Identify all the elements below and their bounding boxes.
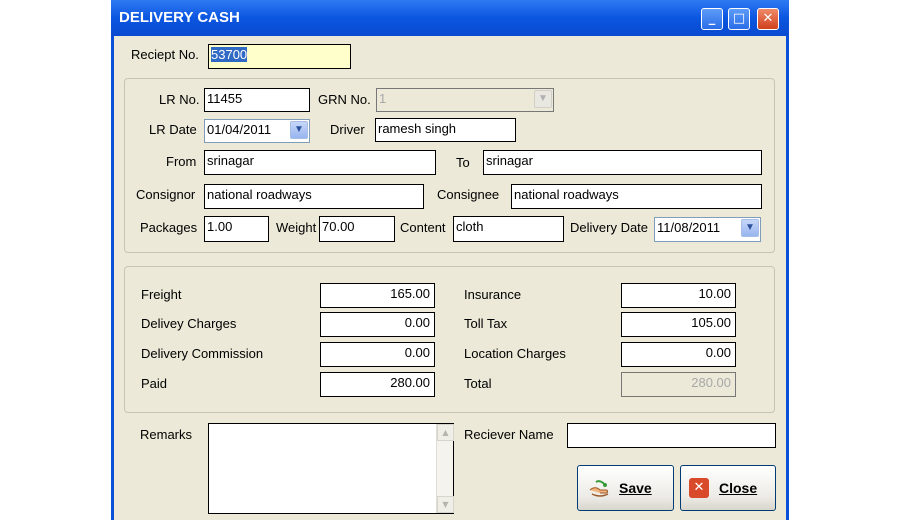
paid-field[interactable]: 280.00	[320, 372, 435, 397]
form-body: Reciept No. 53700 LR No. 11455 GRN No. 1…	[114, 36, 786, 520]
receipt-no-value: 53700	[211, 47, 248, 62]
freight-label: Freight	[141, 287, 182, 302]
packages-field[interactable]: 1.00	[204, 216, 269, 242]
packages-label: Packages	[140, 220, 198, 235]
chevron-down-icon[interactable]: ▼	[534, 90, 552, 108]
grn-no-value: 1	[379, 91, 387, 106]
insurance-label: Insurance	[464, 287, 522, 302]
consignor-label: Consignor	[136, 187, 196, 202]
to-field[interactable]: srinagar	[483, 150, 762, 175]
consignor-field[interactable]: national roadways	[204, 184, 424, 209]
content-field[interactable]: cloth	[453, 216, 564, 242]
from-label: From	[166, 154, 197, 169]
lr-date-label: LR Date	[149, 122, 197, 137]
close-window-button[interactable]: ✕	[757, 8, 779, 30]
grn-no-select[interactable]: 1 ▼	[376, 88, 554, 112]
toll-tax-field[interactable]: 105.00	[621, 312, 736, 337]
lr-date-picker[interactable]: 01/04/2011 ▼	[204, 119, 310, 143]
toll-tax-label: Toll Tax	[464, 316, 508, 331]
freight-field[interactable]: 165.00	[320, 283, 435, 308]
lr-no-label: LR No.	[159, 92, 200, 107]
minimize-button[interactable]: _	[701, 8, 723, 30]
delivery-date-picker[interactable]: 11/08/2011 ▼	[654, 217, 761, 242]
save-button[interactable]: Save	[577, 465, 674, 511]
remarks-scrollbar[interactable]: ▲ ▼	[436, 424, 454, 513]
delivery-commission-label: Delivery Commission	[141, 346, 264, 361]
content-label: Content	[400, 220, 446, 235]
consignee-label: Consignee	[437, 187, 500, 202]
hands-icon	[589, 480, 609, 497]
chevron-down-icon[interactable]: ▼	[741, 219, 759, 237]
scroll-up-icon[interactable]: ▲	[437, 424, 454, 441]
remarks-textarea[interactable]	[208, 423, 454, 514]
scroll-down-icon[interactable]: ▼	[437, 496, 454, 513]
total-field: 280.00	[621, 372, 736, 397]
lr-date-value: 01/04/2011	[207, 122, 272, 137]
delivery-cash-window: DELIVERY CASH _ □ ✕ Reciept No. 53700 LR…	[111, 0, 789, 520]
consignee-field[interactable]: national roadways	[511, 184, 762, 209]
weight-field[interactable]: 70.00	[319, 216, 395, 242]
total-label: Total	[464, 376, 492, 391]
driver-label: Driver	[330, 122, 365, 137]
receiver-name-label: Reciever Name	[464, 427, 554, 442]
title-bar[interactable]: DELIVERY CASH _ □ ✕	[111, 0, 789, 36]
driver-field[interactable]: ramesh singh	[375, 118, 516, 142]
chevron-down-icon[interactable]: ▼	[290, 121, 308, 139]
paid-label: Paid	[141, 376, 168, 391]
location-charges-label: Location Charges	[464, 346, 566, 361]
receipt-no-field[interactable]: 53700	[208, 44, 351, 69]
close-button[interactable]: ✕ Close	[680, 465, 776, 511]
remarks-label: Remarks	[140, 427, 193, 442]
delivery-commission-field[interactable]: 0.00	[320, 342, 435, 367]
weight-label: Weight	[276, 220, 317, 235]
to-label: To	[456, 155, 470, 170]
delivery-charges-field[interactable]: 0.00	[320, 312, 435, 337]
delivery-date-label: Delivery Date	[570, 220, 649, 235]
lr-no-field[interactable]: 11455	[204, 88, 310, 112]
location-charges-field[interactable]: 0.00	[621, 342, 736, 367]
window-title: DELIVERY CASH	[119, 9, 240, 26]
delivery-date-value: 11/08/2011	[657, 220, 721, 235]
close-label: Close	[719, 480, 758, 496]
save-label: Save	[619, 480, 652, 496]
insurance-field[interactable]: 10.00	[621, 283, 736, 308]
close-icon: ✕	[689, 478, 709, 498]
maximize-button[interactable]: □	[728, 8, 750, 30]
grn-no-label: GRN No.	[318, 92, 371, 107]
receiver-name-field[interactable]	[567, 423, 776, 448]
from-field[interactable]: srinagar	[204, 150, 436, 175]
delivery-charges-label: Delivey Charges	[141, 316, 237, 331]
receipt-label: Reciept No.	[131, 47, 199, 62]
